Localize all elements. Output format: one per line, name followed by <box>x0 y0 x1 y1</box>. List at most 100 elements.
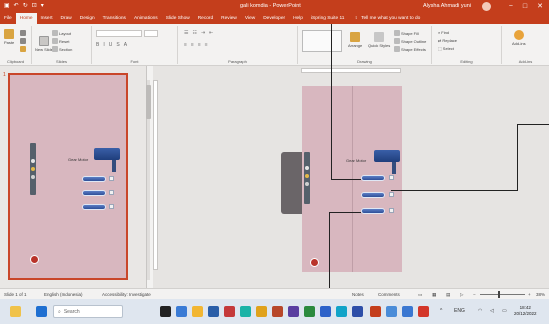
present-icon[interactable]: ⊡ <box>32 0 37 13</box>
app-icon[interactable] <box>224 306 235 317</box>
blue-pill[interactable] <box>361 175 385 181</box>
battery-icon[interactable]: ▭ <box>502 299 507 324</box>
control-strip[interactable] <box>304 152 310 204</box>
tab-insert[interactable]: Insert <box>37 13 57 24</box>
avatar[interactable] <box>482 2 491 11</box>
reset-button[interactable]: Reset <box>52 38 69 44</box>
tab-help[interactable]: Help <box>289 13 307 24</box>
redo-icon[interactable]: ↻ <box>23 0 28 13</box>
file-explorer-icon[interactable] <box>192 306 203 317</box>
font-format-buttons[interactable]: BIUSA <box>96 42 130 48</box>
tab-slide-show[interactable]: Slide Show <box>162 13 194 24</box>
app-icon[interactable] <box>336 306 347 317</box>
shapes-gallery[interactable] <box>302 30 342 52</box>
numbering-icon[interactable]: ☷ <box>192 30 199 36</box>
chrome-icon[interactable] <box>256 306 267 317</box>
justify-icon[interactable]: ≡ <box>205 42 211 48</box>
layout-button[interactable]: Layout <box>52 30 71 36</box>
align-left-icon[interactable]: ≡ <box>184 42 190 48</box>
tab-transitions[interactable]: Transitions <box>99 13 130 24</box>
save-icon[interactable]: ▣ <box>4 0 10 13</box>
tab-animations[interactable]: Animations <box>130 13 162 24</box>
copy-icon[interactable] <box>20 38 26 44</box>
app-icon[interactable] <box>386 306 397 317</box>
app-icon[interactable] <box>352 306 363 317</box>
font-name-box[interactable] <box>96 30 142 37</box>
zoom-knob[interactable] <box>498 291 500 298</box>
cut-icon[interactable] <box>20 30 26 36</box>
system-clock[interactable]: 18:42 20/12/2022 <box>514 305 537 317</box>
edge-icon[interactable] <box>240 306 251 317</box>
record-button-shape[interactable] <box>310 258 319 267</box>
list-buttons[interactable]: ☰ ☷ ⇥ ⇤ <box>184 30 216 36</box>
wifi-icon[interactable]: ◠ <box>478 299 482 324</box>
new-slide-button[interactable]: New Slide <box>35 36 53 52</box>
shape-outline-button[interactable]: Shape Outline <box>394 38 426 44</box>
addins-button[interactable]: Add-ins <box>512 30 526 46</box>
tab-record[interactable]: Record <box>194 13 217 24</box>
strikethrough-icon[interactable]: S <box>116 42 122 48</box>
align-right-icon[interactable]: ≡ <box>198 42 204 48</box>
tab-file[interactable]: File <box>0 13 16 24</box>
gray-panel-shape[interactable] <box>281 152 303 214</box>
white-square[interactable] <box>389 192 394 197</box>
align-buttons[interactable]: ≡ ≡ ≡ ≡ <box>184 42 211 48</box>
tray-language[interactable]: ENG <box>454 299 465 324</box>
store-icon[interactable] <box>208 306 219 317</box>
paste-button[interactable]: Paste <box>4 29 14 45</box>
maximize-button[interactable]: □ <box>523 0 527 13</box>
blue-pill[interactable] <box>361 192 385 198</box>
task-view-icon[interactable] <box>160 306 171 317</box>
app-icon[interactable] <box>418 306 429 317</box>
white-square[interactable] <box>389 208 394 213</box>
widgets-icon[interactable] <box>10 306 21 317</box>
select-button[interactable]: ⬚ Select <box>438 46 454 51</box>
powerpoint-icon[interactable] <box>370 306 381 317</box>
chat-icon[interactable] <box>176 306 187 317</box>
tab-design[interactable]: Design <box>76 13 99 24</box>
tab-ispring[interactable]: iSpring Suite 11 <box>307 13 349 24</box>
replace-button[interactable]: ⇄ Replace <box>438 38 457 43</box>
font-color-icon[interactable]: A <box>124 42 130 48</box>
tab-view[interactable]: View <box>241 13 259 24</box>
close-button[interactable]: ✕ <box>537 0 543 13</box>
align-center-icon[interactable]: ≡ <box>191 42 197 48</box>
font-size-box[interactable] <box>144 30 158 37</box>
scroll-thumb[interactable] <box>146 85 151 119</box>
quick-styles-button[interactable]: Quick Styles <box>368 32 390 48</box>
volume-icon[interactable]: ◁ <box>490 299 494 324</box>
zoom-slider[interactable] <box>480 294 525 295</box>
format-painter-icon[interactable] <box>20 46 26 52</box>
tray-chevron-icon[interactable]: ^ <box>440 299 442 324</box>
app-icon[interactable] <box>304 306 315 317</box>
white-square[interactable] <box>389 175 394 180</box>
slide-thumbnail-1[interactable]: Gear Motor <box>8 73 128 280</box>
teams-icon[interactable] <box>402 306 413 317</box>
tell-me-box[interactable]: ♀ Tell me what you want to do <box>354 16 420 21</box>
arrange-button[interactable]: Arrange <box>348 32 362 48</box>
motor-image[interactable] <box>374 150 400 162</box>
blue-pill[interactable] <box>361 208 385 214</box>
bold-icon[interactable]: B <box>96 42 102 48</box>
tab-draw[interactable]: Draw <box>57 13 76 24</box>
slide-title-text[interactable]: Gear Motor <box>346 158 366 163</box>
start-icon[interactable] <box>36 306 47 317</box>
outdent-icon[interactable]: ⇤ <box>209 30 216 36</box>
italic-icon[interactable]: I <box>103 42 107 48</box>
app-icon[interactable] <box>272 306 283 317</box>
find-button[interactable]: ⌕ Find <box>438 30 449 35</box>
thumbnail-scrollbar[interactable] <box>146 80 152 280</box>
taskbar-search[interactable]: ⌕ Search <box>53 305 123 318</box>
user-name[interactable]: Alysha Ahmadi yuni <box>423 0 471 13</box>
minimize-button[interactable]: − <box>509 0 513 13</box>
app-icon[interactable] <box>288 306 299 317</box>
word-icon[interactable] <box>320 306 331 317</box>
tab-developer[interactable]: Developer <box>259 13 289 24</box>
shape-effects-button[interactable]: Shape Effects <box>394 46 426 52</box>
shape-fill-button[interactable]: Shape Fill <box>394 30 419 36</box>
tab-home[interactable]: Home <box>15 13 37 24</box>
customize-qat-icon[interactable]: ▾ <box>41 0 44 13</box>
underline-icon[interactable]: U <box>109 42 116 48</box>
undo-icon[interactable]: ↶ <box>14 0 19 13</box>
tab-review[interactable]: Review <box>217 13 241 24</box>
